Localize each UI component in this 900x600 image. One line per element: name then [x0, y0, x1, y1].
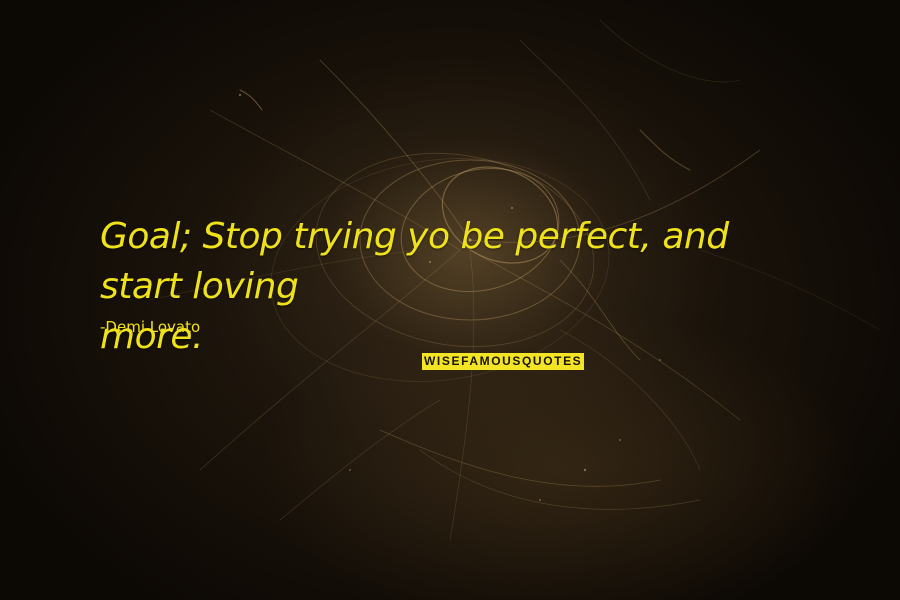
author-name: Demi Lovato [105, 318, 201, 336]
quote-text: Goal; Stop trying yo be perfect, and sta… [100, 212, 820, 362]
quote-card: Goal; Stop trying yo be perfect, and sta… [0, 0, 900, 600]
site-watermark: WISEFAMOUSQUOTES [422, 353, 585, 370]
quote-line-1: Goal; Stop trying yo be perfect, and sta… [100, 216, 729, 307]
quote-author: -Demi Lovato [100, 318, 200, 336]
